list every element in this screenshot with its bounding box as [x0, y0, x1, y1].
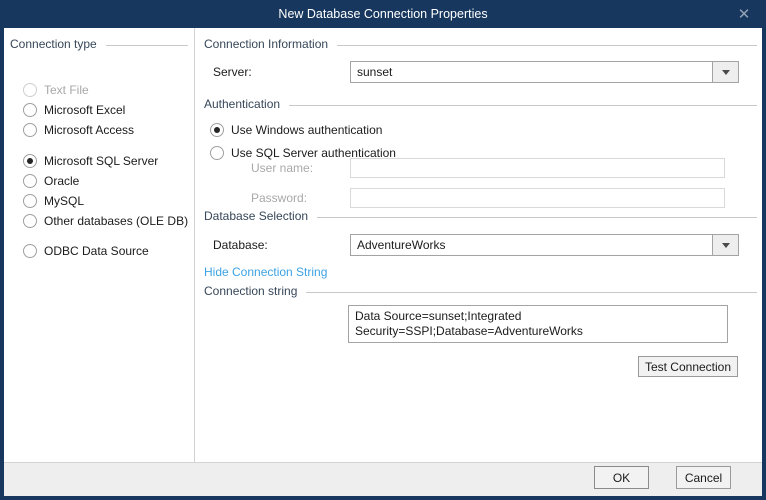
- header-rule: [317, 217, 757, 218]
- password-label: Password:: [251, 191, 307, 205]
- server-dropdown-button[interactable]: [712, 62, 738, 82]
- radio-label: Other databases (OLE DB): [44, 214, 188, 228]
- database-label: Database:: [213, 238, 268, 252]
- connection-type-header-label: Connection type: [10, 37, 97, 52]
- radio-label: Microsoft SQL Server: [44, 154, 158, 168]
- radio-icon: [210, 146, 224, 160]
- radio-label: MySQL: [44, 194, 84, 208]
- database-combobox[interactable]: AdventureWorks: [350, 234, 739, 256]
- radio-label: Text File: [44, 83, 89, 97]
- header-rule: [306, 292, 757, 293]
- radio-icon: [23, 174, 37, 188]
- server-label: Server:: [213, 65, 252, 79]
- chevron-down-icon: [722, 243, 730, 248]
- radio-windows-authentication[interactable]: Use Windows authentication: [210, 122, 382, 138]
- header-rule: [106, 45, 188, 46]
- close-icon: ✕: [738, 5, 751, 23]
- radio-icon-checked: [210, 123, 224, 137]
- radio-icon: [23, 123, 37, 137]
- authentication-header: Authentication: [204, 97, 757, 112]
- radio-label: Use Windows authentication: [231, 123, 382, 137]
- hide-connection-string-link[interactable]: Hide Connection String: [204, 265, 327, 280]
- new-database-connection-dialog: New Database Connection Properties ✕ Con…: [0, 0, 766, 500]
- radio-icon: [23, 83, 37, 97]
- radio-mysql[interactable]: MySQL: [23, 193, 84, 209]
- radio-label: Microsoft Access: [44, 123, 134, 137]
- database-selection-header-label: Database Selection: [204, 209, 308, 224]
- connection-string-header-label: Connection string: [204, 284, 297, 299]
- cancel-button[interactable]: Cancel: [676, 466, 731, 489]
- radio-microsoft-excel[interactable]: Microsoft Excel: [23, 102, 125, 118]
- server-combobox-value: sunset: [351, 62, 712, 82]
- connection-information-header-label: Connection Information: [204, 37, 328, 52]
- radio-other-databases-oledb[interactable]: Other databases (OLE DB): [23, 213, 188, 229]
- radio-label: Microsoft Excel: [44, 103, 125, 117]
- radio-microsoft-access[interactable]: Microsoft Access: [23, 122, 134, 138]
- radio-icon: [23, 103, 37, 117]
- radio-microsoft-sql-server[interactable]: Microsoft SQL Server: [23, 153, 158, 169]
- user-name-label: User name:: [251, 161, 313, 175]
- user-name-field[interactable]: [350, 158, 725, 178]
- connection-string-textbox[interactable]: Data Source=sunset;Integrated Security=S…: [348, 305, 728, 343]
- chevron-down-icon: [722, 70, 730, 75]
- radio-text-file[interactable]: Text File: [23, 82, 89, 98]
- radio-oracle[interactable]: Oracle: [23, 173, 79, 189]
- server-combobox[interactable]: sunset: [350, 61, 739, 83]
- header-rule: [289, 105, 757, 106]
- title-bar: New Database Connection Properties: [0, 0, 766, 28]
- panel-divider: [194, 28, 195, 462]
- close-button[interactable]: ✕: [728, 0, 760, 28]
- database-combobox-value: AdventureWorks: [351, 235, 712, 255]
- ok-button[interactable]: OK: [594, 466, 649, 489]
- radio-icon: [23, 194, 37, 208]
- connection-type-header: Connection type: [10, 37, 188, 52]
- connection-string-header: Connection string: [204, 284, 757, 299]
- database-selection-header: Database Selection: [204, 209, 757, 224]
- radio-label: Oracle: [44, 174, 79, 188]
- password-field[interactable]: [350, 188, 725, 208]
- dialog-title: New Database Connection Properties: [278, 7, 487, 21]
- radio-icon-checked: [23, 154, 37, 168]
- header-rule: [337, 45, 757, 46]
- authentication-header-label: Authentication: [204, 97, 280, 112]
- radio-odbc-data-source[interactable]: ODBC Data Source: [23, 243, 149, 259]
- test-connection-button[interactable]: Test Connection: [638, 356, 738, 377]
- connection-information-header: Connection Information: [204, 37, 757, 52]
- database-dropdown-button[interactable]: [712, 235, 738, 255]
- radio-icon: [23, 214, 37, 228]
- radio-label: ODBC Data Source: [44, 244, 149, 258]
- radio-icon: [23, 244, 37, 258]
